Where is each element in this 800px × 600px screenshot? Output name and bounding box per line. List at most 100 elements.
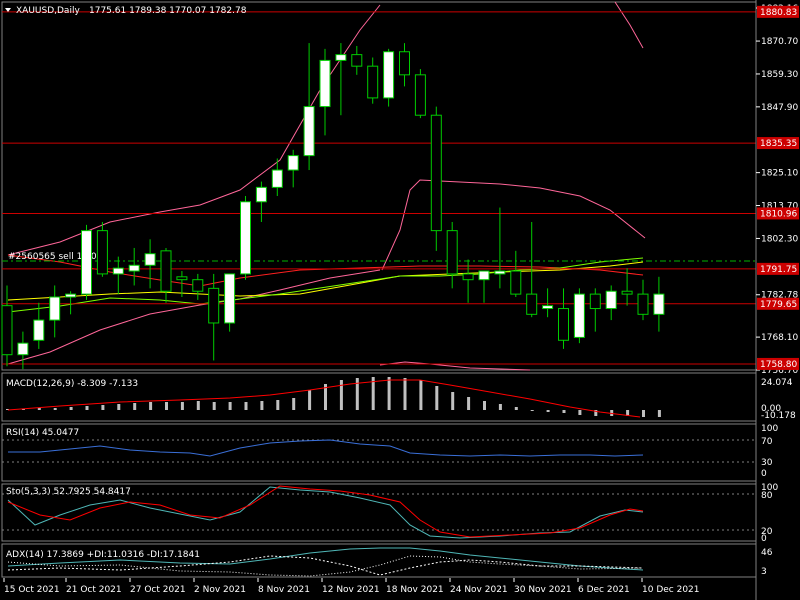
macd-bar	[657, 410, 661, 417]
macd-bar	[435, 386, 439, 410]
macd-bar	[165, 402, 168, 410]
candle-body	[367, 65, 379, 99]
price-tick-label: 1859.30	[761, 70, 798, 80]
macd-bar	[451, 392, 455, 410]
candle-body	[176, 276, 188, 281]
time-tick-label: 30 Nov 2021	[514, 585, 572, 595]
time-tick-label: 2 Nov 2021	[194, 585, 246, 595]
candle-body	[446, 230, 458, 275]
candle-body	[112, 267, 124, 275]
candle-body	[494, 270, 506, 275]
time-tick-label: 15 Oct 2021	[4, 585, 60, 595]
candle-body	[478, 270, 490, 281]
candle-body	[653, 293, 665, 315]
macd-bar	[387, 377, 391, 410]
candle-body	[144, 253, 156, 266]
candle-body	[1, 305, 13, 356]
macd-bar	[212, 402, 216, 410]
time-tick-label: 8 Nov 2021	[258, 585, 310, 595]
macd-bar	[514, 407, 518, 410]
candle-body	[462, 273, 474, 281]
candle-body	[510, 270, 522, 295]
price-tick-label: 1802.30	[761, 234, 798, 244]
candle-body	[192, 279, 204, 292]
macd-bar	[53, 408, 57, 410]
candle-body	[17, 342, 29, 356]
candle-body	[351, 54, 363, 67]
macd-bar	[260, 401, 264, 410]
bollinger-upper	[7, 4, 381, 256]
macd-bar	[578, 410, 582, 415]
candle-body	[224, 273, 236, 324]
rsi-tick-label: 30	[761, 458, 773, 468]
macd-bar	[403, 378, 407, 410]
ohlc-values: 1775.61 1789.38 1770.07 1782.78	[89, 6, 247, 16]
bollinger-lower-2	[379, 361, 531, 371]
level-price-label: 1758.80	[760, 360, 797, 370]
candle-body	[319, 59, 331, 108]
candle-body	[128, 264, 140, 272]
rsi-tick-label: 70	[761, 437, 773, 447]
macd-bar	[196, 401, 200, 410]
candle-body	[383, 51, 395, 99]
price-chart[interactable]: #2560565 sell 1.00XAUUSD,Daily 1775.61 17…	[0, 0, 800, 600]
candle-body	[573, 293, 585, 338]
macd-bar	[339, 380, 343, 410]
macd-tick-label: 24.074	[761, 378, 793, 388]
time-tick-label: 24 Nov 2021	[450, 585, 508, 595]
candle-body	[271, 169, 283, 188]
candle-body	[605, 290, 617, 310]
macd-bar	[276, 400, 280, 410]
candle-body	[335, 54, 347, 61]
macd-bar	[149, 402, 153, 410]
stoch-tick-label: 80	[761, 491, 773, 501]
candle-body	[637, 293, 649, 315]
rsi-line	[8, 439, 644, 457]
time-tick-label: 21 Oct 2021	[66, 585, 122, 595]
adx-tick-label: 3	[761, 567, 767, 577]
stoch-tick-label: 0	[761, 534, 767, 544]
candle-body	[65, 293, 77, 298]
candle-body	[526, 293, 538, 315]
macd-bar	[562, 410, 566, 413]
candle-body	[414, 74, 426, 116]
macd-bar	[419, 380, 423, 410]
macd-tick-label: -10.178	[761, 411, 796, 421]
price-tick-label: 1825.10	[761, 169, 798, 179]
price-tick-label: 1870.70	[761, 37, 798, 47]
candle-body	[621, 290, 633, 295]
level-price-label: 1835.35	[760, 139, 797, 149]
candle-body	[33, 319, 45, 341]
candle-body	[81, 230, 92, 295]
macd-bar	[308, 390, 312, 410]
candle-body	[589, 293, 601, 310]
macd-bar	[530, 410, 534, 411]
candle-body	[208, 287, 220, 324]
candle-body	[558, 308, 569, 341]
price-tick-label: 1847.90	[761, 103, 798, 113]
stoch-label: Sto(5,3,3) 52.7925 54.8417	[6, 487, 131, 497]
macd-bar	[292, 398, 296, 410]
candle-body	[160, 250, 172, 292]
candle-body	[96, 230, 108, 275]
adx-label: ADX(14) 17.3869 +DI:11.0316 -DI:17.1841	[6, 550, 200, 560]
candle-body	[287, 155, 299, 171]
macd-bar	[546, 410, 550, 412]
macd-bar	[101, 405, 105, 410]
macd-bar	[37, 408, 41, 410]
candle-body	[240, 201, 251, 275]
macd-bar	[133, 403, 137, 410]
rsi-tick-label: 100	[761, 424, 778, 434]
macd-bar	[228, 402, 232, 410]
time-tick-label: 10 Dec 2021	[642, 585, 700, 595]
time-tick-label: 27 Oct 2021	[130, 585, 186, 595]
candle-body	[399, 51, 410, 76]
macd-bar	[642, 410, 645, 417]
macd-bar	[180, 402, 184, 410]
macd-bar	[467, 397, 471, 410]
candle-body	[303, 106, 315, 157]
rsi-label: RSI(14) 45.0477	[6, 428, 79, 438]
bollinger-upper-3	[614, 1, 644, 49]
symbol-label: XAUUSD,Daily	[16, 6, 80, 16]
candle-body	[430, 114, 442, 232]
